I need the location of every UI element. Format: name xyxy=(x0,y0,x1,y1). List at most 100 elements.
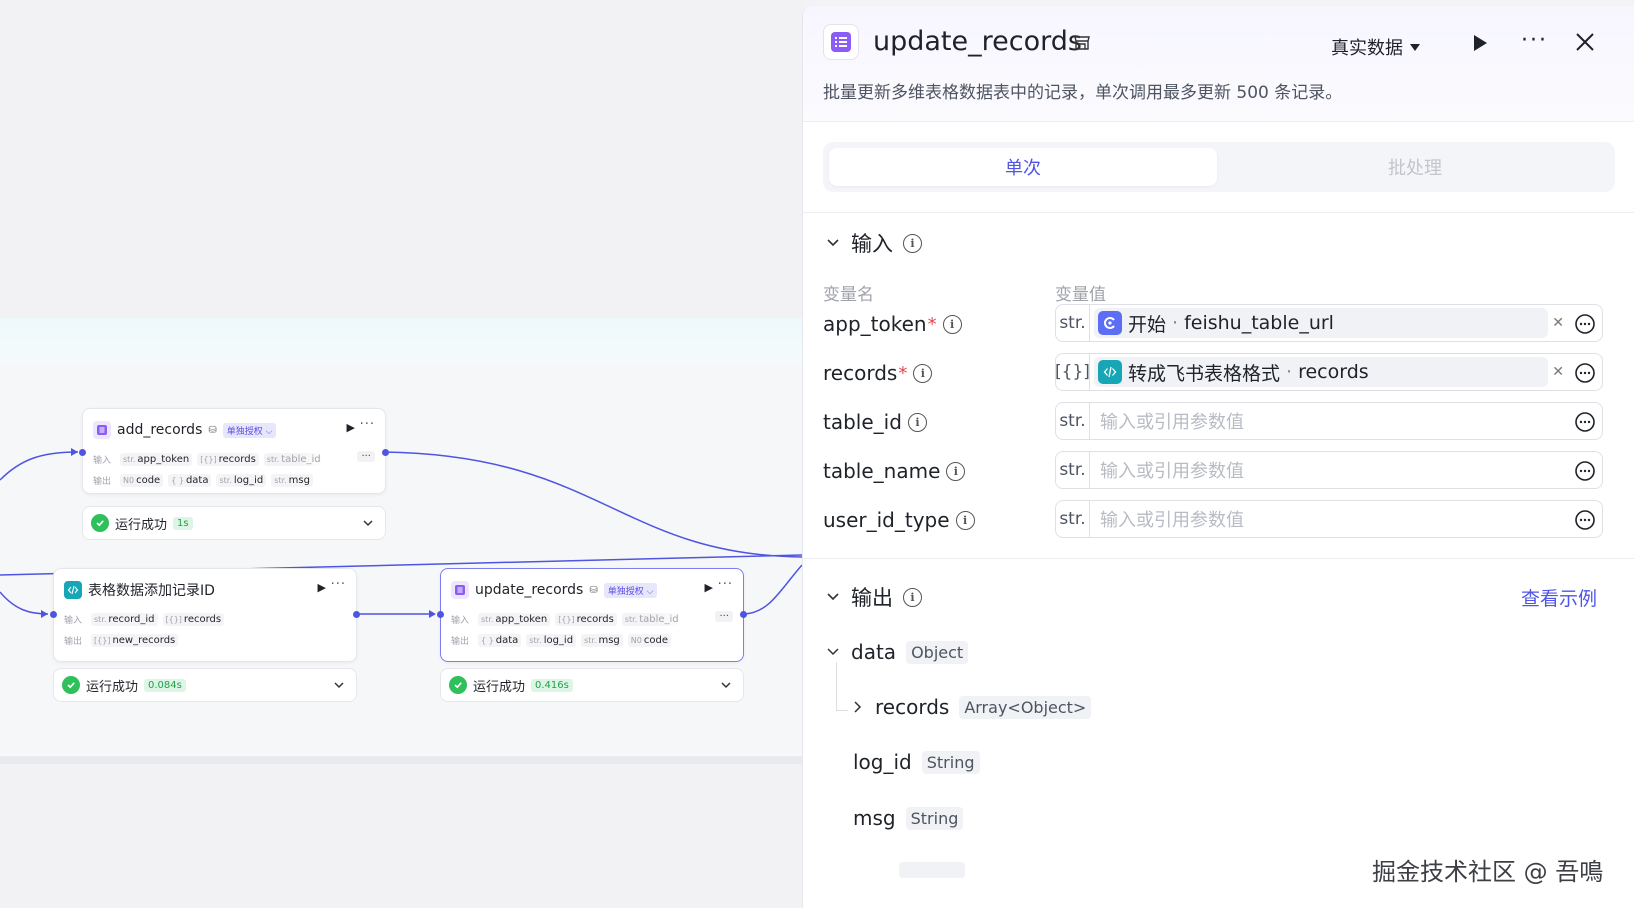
required-mark: * xyxy=(898,362,908,384)
info-icon[interactable]: i xyxy=(903,587,922,607)
output-port[interactable] xyxy=(740,611,747,618)
input-chip: [{}] records xyxy=(162,612,225,626)
edge-incoming-add-records xyxy=(0,451,79,481)
ref-field: feishu_table_url xyxy=(1184,312,1334,334)
input-port[interactable] xyxy=(50,611,57,618)
inputs-more-button[interactable]: ··· xyxy=(357,451,375,462)
column-header-name: 变量名 xyxy=(823,285,874,305)
success-check-icon xyxy=(449,676,467,694)
param-field-table-id[interactable]: str. 输入或引用参数值 xyxy=(1055,402,1603,440)
param-field-table-name[interactable]: str. 输入或引用参数值 xyxy=(1055,451,1603,489)
type-badge: str. xyxy=(1056,501,1090,537)
param-field-user-id-type[interactable]: str. 输入或引用参数值 xyxy=(1055,500,1603,538)
param-field-records[interactable]: [{}] 转成飞书表格格式 · records ✕ xyxy=(1055,353,1603,391)
inputs-label: 输入 xyxy=(451,615,470,626)
clear-icon[interactable]: ✕ xyxy=(1552,315,1564,331)
arrow-table-node xyxy=(41,610,48,618)
chevron-down-icon[interactable] xyxy=(361,516,375,530)
output-port[interactable] xyxy=(353,611,360,618)
node-update-records[interactable]: update_records ⛁ 单独授权 ⌵ ▶ ··· 输入 str. app… xyxy=(437,568,747,662)
chevron-down-icon xyxy=(827,239,839,247)
workflow-canvas[interactable]: add_records ⛁ 单独授权 ⌵ ▶ ··· 输入 str. app_to… xyxy=(0,0,802,908)
section-title: 输出 xyxy=(851,586,893,610)
param-field-app-token[interactable]: str. 开始 · feishu_table_url ✕ xyxy=(1055,304,1603,342)
node-table-add-record-id[interactable]: 表格数据添加记录ID ▶ ··· 输入 str. record_id [{}] re… xyxy=(50,568,360,662)
edge-add-records-out xyxy=(383,451,802,558)
panel-title[interactable]: update_records xyxy=(873,26,1082,57)
run-node-icon[interactable]: ▶ xyxy=(705,581,713,594)
info-icon[interactable]: i xyxy=(903,233,922,253)
output-name: records xyxy=(875,695,950,719)
output-field-partial xyxy=(853,858,965,878)
status-time-badge: 0.416s xyxy=(531,678,573,692)
more-icon[interactable]: ··· xyxy=(360,417,375,432)
param-label-app-token: app_token * i xyxy=(823,312,962,336)
output-port[interactable] xyxy=(382,449,389,456)
data-mode-dropdown[interactable]: 真实数据 xyxy=(1331,34,1421,60)
status-update-records[interactable]: 运行成功 0.416s xyxy=(440,668,744,702)
status-table-add-record-id[interactable]: 运行成功 0.084s xyxy=(53,668,357,702)
reference-chip[interactable]: 转成飞书表格格式 · records xyxy=(1094,357,1548,387)
arrow-add-records xyxy=(71,448,78,456)
node-add-records[interactable]: add_records ⛁ 单独授权 ⌵ ▶ ··· 输入 str. app_to… xyxy=(79,408,389,494)
output-chip: N0 code xyxy=(120,473,164,487)
input-section-header[interactable]: 输入 i xyxy=(825,228,922,258)
edge-incoming-table-node xyxy=(0,591,49,615)
output-chip: str. log_id xyxy=(216,473,267,487)
code-icon xyxy=(1098,360,1122,384)
reference-chip[interactable]: 开始 · feishu_table_url xyxy=(1094,308,1548,338)
outputs-label: 输出 xyxy=(64,636,83,647)
info-icon[interactable]: i xyxy=(942,314,962,334)
output-field-data[interactable]: data Object xyxy=(825,640,969,664)
run-node-icon[interactable]: ▶ xyxy=(347,421,355,434)
info-icon[interactable]: i xyxy=(907,412,927,432)
variable-picker-icon[interactable] xyxy=(1574,460,1596,482)
inputs-label: 输入 xyxy=(93,455,112,466)
more-icon[interactable]: ··· xyxy=(1521,28,1548,53)
node-title: update_records xyxy=(475,582,584,598)
output-name: msg xyxy=(853,806,896,830)
param-label-table-id: table_id i xyxy=(823,410,927,434)
chevron-down-icon[interactable] xyxy=(719,678,733,692)
clear-icon[interactable]: ✕ xyxy=(1552,364,1564,380)
variable-picker-icon[interactable] xyxy=(1574,362,1596,384)
input-port[interactable] xyxy=(79,449,86,456)
variable-picker-icon[interactable] xyxy=(1574,411,1596,433)
panel-header: update_records 真实数据 ··· 批量更新多维表格数据表中的记录，… xyxy=(803,6,1634,122)
info-icon[interactable]: i xyxy=(946,461,966,481)
run-icon[interactable] xyxy=(1471,34,1489,52)
status-time-badge: 0.084s xyxy=(144,678,186,692)
output-section-header[interactable]: 输出 i xyxy=(825,582,922,612)
more-icon[interactable]: ··· xyxy=(331,577,346,592)
field-placeholder[interactable]: 输入或引用参数值 xyxy=(1100,506,1244,532)
output-chip: { } data xyxy=(168,473,212,487)
tab-batch[interactable]: 批处理 xyxy=(1221,148,1609,186)
chevron-down-icon[interactable] xyxy=(332,678,346,692)
auth-badge[interactable]: 单独授权 ⌵ xyxy=(603,582,658,598)
output-type-badge: String xyxy=(921,750,980,774)
close-icon[interactable] xyxy=(1575,32,1595,52)
input-chip: [{}] records xyxy=(555,612,617,626)
run-node-icon[interactable]: ▶ xyxy=(318,581,326,594)
ref-source: 转成飞书表格格式 xyxy=(1128,362,1281,385)
node-outputs: 输出 [{}] new_records xyxy=(64,632,179,648)
auth-badge[interactable]: 单独授权 ⌵ xyxy=(222,422,277,438)
node-detail-panel: update_records 真实数据 ··· 批量更新多维表格数据表中的记录，… xyxy=(802,6,1634,908)
field-placeholder[interactable]: 输入或引用参数值 xyxy=(1100,457,1244,483)
param-name: table_id xyxy=(823,410,902,434)
chevron-right-icon xyxy=(854,701,862,713)
status-add-records[interactable]: 运行成功 1s xyxy=(82,506,386,540)
input-port[interactable] xyxy=(437,611,444,618)
variable-picker-icon[interactable] xyxy=(1574,509,1596,531)
output-field-records[interactable]: records Array<Object> xyxy=(849,695,1092,719)
view-example-link[interactable]: 查看示例 xyxy=(1521,584,1597,611)
field-placeholder[interactable]: 输入或引用参数值 xyxy=(1100,408,1244,434)
more-icon[interactable]: ··· xyxy=(718,577,733,592)
info-icon[interactable]: i xyxy=(913,363,933,383)
variable-picker-icon[interactable] xyxy=(1574,313,1596,335)
status-time-badge: 1s xyxy=(173,516,193,530)
inputs-more-button[interactable]: ··· xyxy=(715,611,733,622)
info-icon[interactable]: i xyxy=(955,510,975,530)
tab-single[interactable]: 单次 xyxy=(829,148,1217,186)
input-chip: str. table_id xyxy=(263,452,324,466)
